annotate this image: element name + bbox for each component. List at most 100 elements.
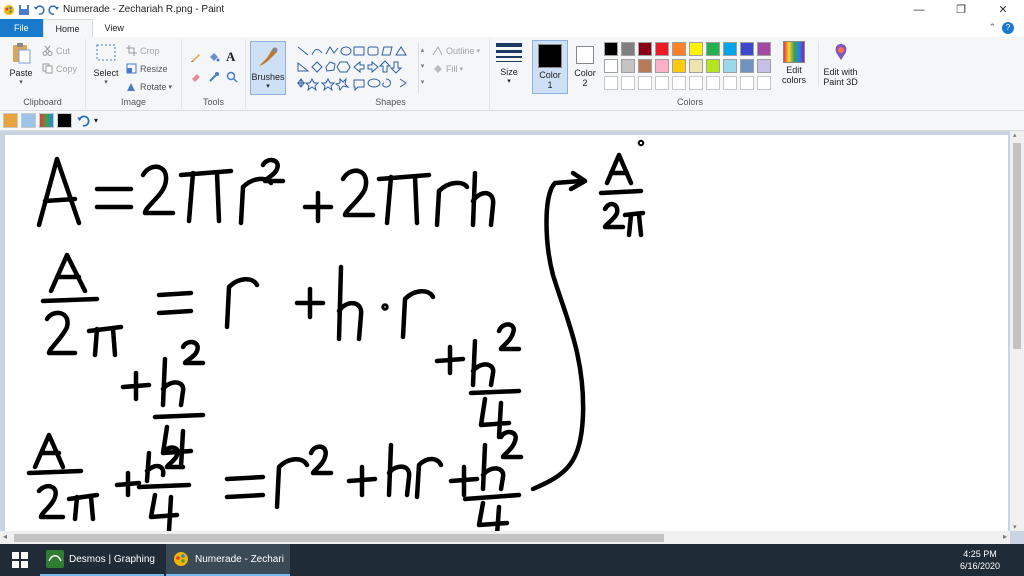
palette-swatch[interactable]: [723, 76, 737, 90]
tab-file[interactable]: File: [0, 19, 43, 37]
palette-swatch[interactable]: [740, 76, 754, 90]
palette-swatch[interactable]: [655, 42, 669, 56]
edit-colors-button[interactable]: Edit colors: [778, 41, 810, 85]
palette-swatch[interactable]: [723, 42, 737, 56]
palette-swatch[interactable]: [638, 59, 652, 73]
qat-palette-icon[interactable]: [39, 113, 54, 128]
color2-number: 2: [582, 78, 588, 88]
qat-customize-icon[interactable]: ▾: [94, 116, 98, 125]
size-dropdown-icon[interactable]: ▾: [494, 77, 524, 85]
taskbar-item-desmos[interactable]: Desmos | Graphing ...: [40, 544, 164, 576]
eraser-icon[interactable]: [190, 71, 202, 83]
scissors-icon: [42, 45, 53, 56]
palette-swatch[interactable]: [757, 42, 771, 56]
rotate-button[interactable]: Rotate ▾: [126, 81, 172, 92]
palette-swatch[interactable]: [604, 42, 618, 56]
outline-label: Outline: [446, 45, 475, 56]
outline-button[interactable]: Outline ▾: [432, 45, 480, 56]
fill-button[interactable]: Fill ▾: [432, 63, 463, 74]
rotate-dropdown-icon[interactable]: ▾: [169, 83, 173, 91]
shapes-scroll[interactable]: ▴ ▾ ▾: [418, 43, 426, 93]
scroll-down-icon[interactable]: ▾: [1013, 523, 1017, 531]
crop-button[interactable]: Crop: [126, 45, 160, 56]
taskbar-item-paint[interactable]: Numerade - Zechari...: [166, 544, 290, 576]
qat-paint3d-icon[interactable]: [21, 113, 36, 128]
close-button[interactable]: ✕: [982, 0, 1024, 19]
palette-swatch[interactable]: [672, 59, 686, 73]
line-size-icon: [496, 43, 522, 62]
paste-button[interactable]: Paste ▾: [5, 42, 37, 86]
palette-swatch[interactable]: [689, 76, 703, 90]
palette-swatch[interactable]: [757, 76, 771, 90]
palette-swatch[interactable]: [638, 42, 652, 56]
color-picker-icon[interactable]: [208, 71, 220, 83]
redo-icon[interactable]: [48, 4, 60, 16]
color1-label: Color: [539, 70, 561, 80]
maximize-button[interactable]: ❐: [940, 0, 982, 19]
palette-swatch[interactable]: [672, 76, 686, 90]
drawing-canvas[interactable]: [5, 135, 1008, 535]
start-button[interactable]: [0, 544, 40, 576]
tab-home[interactable]: Home: [42, 19, 93, 37]
resize-button[interactable]: Resize: [126, 63, 168, 74]
palette-swatch[interactable]: [621, 42, 635, 56]
select-dropdown-icon[interactable]: ▾: [90, 78, 122, 86]
palette-swatch[interactable]: [740, 42, 754, 56]
magnifier-icon[interactable]: [226, 71, 238, 83]
rotate-label: Rotate: [140, 81, 167, 92]
color1-swatch: [538, 44, 562, 68]
palette-swatch[interactable]: [655, 76, 669, 90]
scroll-right-icon[interactable]: ▸: [1003, 532, 1007, 541]
qat-black-swatch[interactable]: [57, 113, 72, 128]
taskbar-clock[interactable]: 4:25 PM 6/16/2020: [960, 548, 1000, 572]
color2-button[interactable]: Color 2: [570, 40, 600, 94]
paint3d-label-1: Edit with: [823, 67, 858, 77]
palette-swatch[interactable]: [621, 59, 635, 73]
horizontal-scrollbar[interactable]: ◂ ▸: [0, 531, 1010, 544]
palette-swatch[interactable]: [689, 42, 703, 56]
undo-icon[interactable]: [33, 4, 45, 16]
fill-dropdown-icon[interactable]: ▾: [460, 65, 464, 73]
palette-swatch[interactable]: [655, 59, 669, 73]
vertical-scrollbar[interactable]: ▴ ▾: [1010, 131, 1024, 531]
copy-button[interactable]: Copy: [42, 63, 77, 74]
color-wheel-icon: [783, 41, 805, 63]
outline-dropdown-icon[interactable]: ▾: [477, 47, 481, 55]
minimize-button[interactable]: —: [898, 0, 940, 19]
ribbon-collapse-icon[interactable]: ⌃: [988, 22, 996, 33]
fill-bucket-icon[interactable]: [208, 51, 220, 63]
palette-swatch[interactable]: [604, 76, 618, 90]
shapes-gallery[interactable]: [296, 45, 418, 93]
qat-undo-icon[interactable]: [76, 114, 90, 128]
qat-brush-icon[interactable]: [3, 113, 18, 128]
help-icon[interactable]: ?: [1002, 22, 1014, 34]
palette-swatch[interactable]: [757, 59, 771, 73]
size-button[interactable]: Size ▾: [494, 41, 524, 85]
save-icon[interactable]: [18, 4, 30, 16]
palette-swatch[interactable]: [723, 59, 737, 73]
palette-swatch[interactable]: [706, 76, 720, 90]
palette-swatch[interactable]: [706, 59, 720, 73]
palette-swatch[interactable]: [689, 59, 703, 73]
horizontal-scroll-thumb[interactable]: [14, 534, 664, 542]
scroll-left-icon[interactable]: ◂: [3, 532, 7, 541]
brushes-dropdown-icon[interactable]: ▾: [251, 82, 285, 90]
palette-swatch[interactable]: [621, 76, 635, 90]
pencil-icon[interactable]: [190, 51, 202, 63]
select-button[interactable]: Select ▾: [90, 42, 122, 86]
text-tool-icon[interactable]: A: [226, 49, 235, 65]
scroll-up-icon[interactable]: ▴: [1013, 131, 1017, 139]
palette-swatch[interactable]: [740, 59, 754, 73]
vertical-scroll-thumb[interactable]: [1013, 143, 1021, 349]
palette-swatch[interactable]: [706, 42, 720, 56]
paste-dropdown-icon[interactable]: ▾: [5, 78, 37, 86]
tab-view[interactable]: View: [93, 19, 136, 37]
palette-swatch[interactable]: [604, 59, 618, 73]
edit-with-paint3d-button[interactable]: Edit with Paint 3D: [818, 41, 862, 87]
palette-swatch[interactable]: [672, 42, 686, 56]
quick-access-toolbar: ▾: [0, 111, 1024, 131]
color1-button[interactable]: Color 1: [532, 40, 568, 94]
brushes-button[interactable]: Brushes ▾: [250, 41, 286, 95]
palette-swatch[interactable]: [638, 76, 652, 90]
cut-button[interactable]: Cut: [42, 45, 70, 56]
